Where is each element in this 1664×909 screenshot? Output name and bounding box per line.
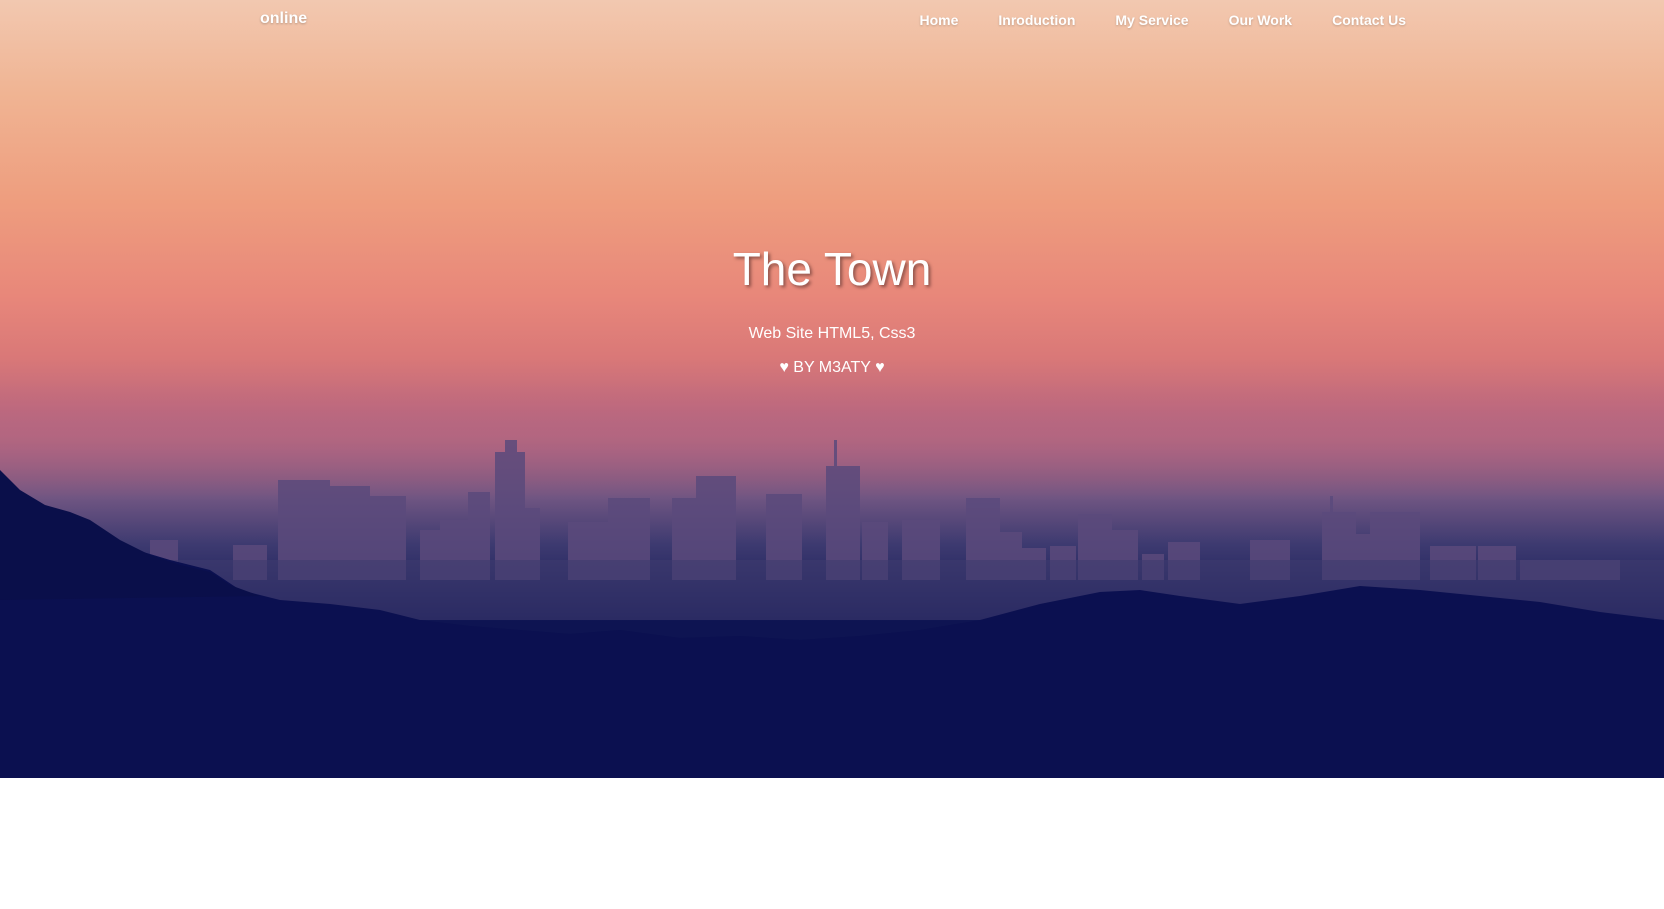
city-skyline-image: [0, 440, 1664, 778]
nav-link-home[interactable]: Home: [919, 12, 958, 28]
brand-logo[interactable]: online: [260, 10, 307, 28]
nav-link-contact-us[interactable]: Contact Us: [1332, 12, 1406, 28]
hero-byline: ♥ BY M3ATY ♥: [779, 359, 885, 376]
nav-menu: Home Inroduction My Service Our Work Con…: [879, 12, 1406, 28]
nav-link-introduction[interactable]: Inroduction: [998, 12, 1075, 28]
hero-title: The Town: [732, 243, 932, 295]
hero-subtitle: Web Site HTML5, Css3: [748, 325, 916, 342]
hero-section: online Home Inroduction My Service Our W…: [0, 0, 1664, 778]
top-navbar: online Home Inroduction My Service Our W…: [0, 0, 1664, 40]
nav-link-our-work[interactable]: Our Work: [1229, 12, 1293, 28]
nav-link-my-service[interactable]: My Service: [1115, 12, 1188, 28]
